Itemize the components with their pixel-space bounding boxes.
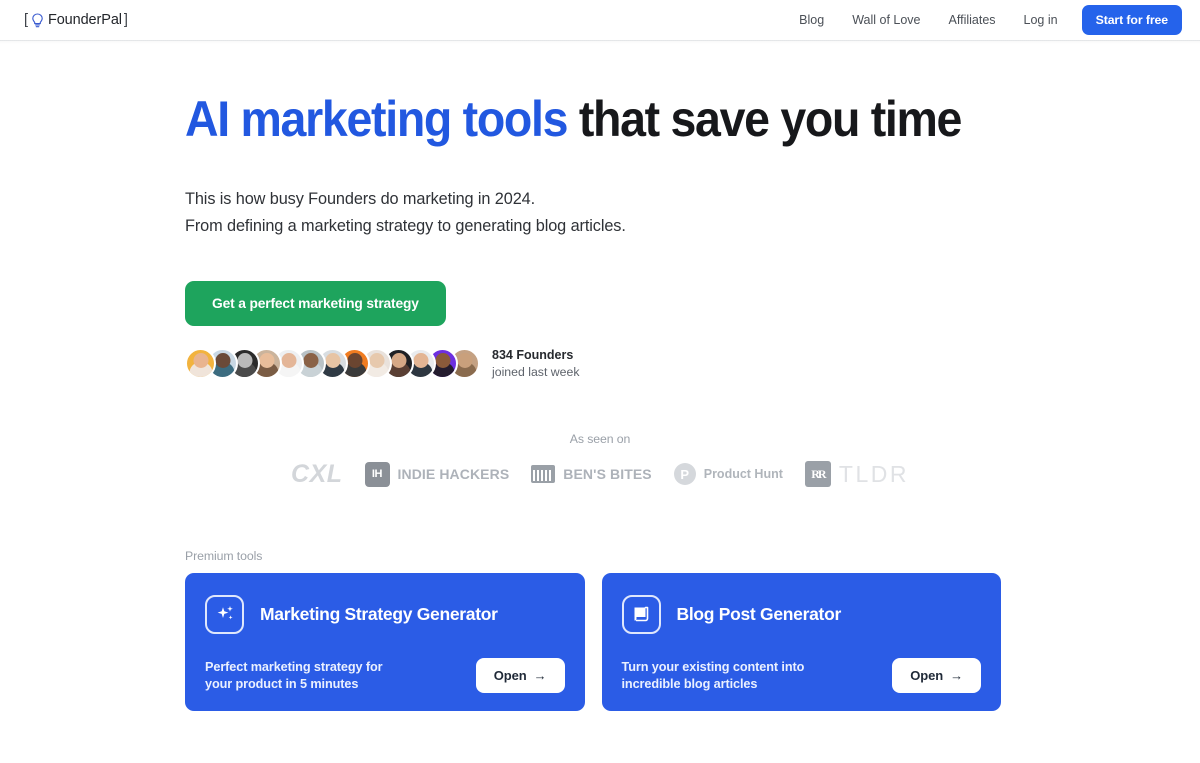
- avatar-face: [215, 353, 230, 368]
- main-nav: Blog Wall of Love Affiliates Log in Star…: [785, 5, 1182, 35]
- avatar-face: [259, 353, 274, 368]
- card-footer: Perfect marketing strategy for your prod…: [205, 657, 565, 693]
- logo-cxl: CXL: [291, 460, 343, 489]
- page-content: AI marketing tools that save you time Th…: [0, 41, 1200, 711]
- founders-text: 834 Founders joined last week: [492, 348, 580, 380]
- logo-product-hunt: P Product Hunt: [673, 463, 783, 485]
- nav-link-wall-of-love[interactable]: Wall of Love: [838, 7, 934, 33]
- open-button-label: Open: [493, 667, 527, 683]
- avatar-face: [193, 353, 208, 368]
- card-marketing-strategy-generator[interactable]: Marketing Strategy Generator Perfect mar…: [185, 572, 585, 711]
- card-header: Marketing Strategy Generator: [205, 594, 565, 634]
- card-title: Marketing Strategy Generator: [260, 603, 498, 624]
- avatar-face: [237, 353, 252, 368]
- cxl-wordmark: CXL: [291, 459, 343, 488]
- nav-link-log-in[interactable]: Log in: [1010, 7, 1072, 33]
- card-header: Blog Post Generator: [621, 594, 982, 634]
- card-footer: Turn your existing content into incredib…: [622, 657, 981, 693]
- card-description-line-1: Turn your existing content into: [621, 659, 805, 674]
- social-proof: 834 Founders joined last week: [185, 348, 1200, 380]
- logo-brand-name: FounderPal: [47, 12, 122, 28]
- logo[interactable]: [ FounderPal ]: [24, 12, 128, 28]
- sparkles-icon: [205, 594, 244, 634]
- avatar-face: [413, 353, 428, 368]
- product-hunt-icon: P: [673, 463, 696, 485]
- nav-link-affiliates[interactable]: Affiliates: [935, 7, 1010, 33]
- as-seen-on-section: As seen on CXL IH INDIE HACKERS BEN'S BI…: [185, 432, 1015, 489]
- card-description-line-1: Perfect marketing strategy for: [205, 659, 383, 674]
- lightbulb-icon: [31, 12, 45, 28]
- premium-tools-cards: Marketing Strategy Generator Perfect mar…: [185, 572, 1001, 711]
- tldr-wordmark: TLDR: [838, 460, 909, 487]
- arrow-right-icon: →: [533, 667, 547, 683]
- bens-bites-icon: [531, 465, 556, 483]
- logo-tldr: RR TLDR: [804, 460, 909, 488]
- headline-highlight: AI marketing tools: [185, 91, 569, 147]
- card-title: Blog Post Generator: [676, 603, 842, 624]
- logo-left-bracket: [: [24, 12, 28, 28]
- bens-bites-wordmark: BEN'S BITES: [563, 466, 652, 482]
- avatar-group: [185, 348, 480, 379]
- indie-hackers-badge-icon: IH: [364, 461, 390, 487]
- get-marketing-strategy-button[interactable]: Get a perfect marketing strategy: [185, 280, 446, 326]
- avatar-face: [457, 353, 472, 368]
- open-button-label: Open: [910, 667, 944, 683]
- page-title: AI marketing tools that save you time: [185, 93, 1129, 146]
- headline-rest: that save you time: [567, 91, 963, 147]
- founders-caption: joined last week: [492, 364, 580, 379]
- card-description: Perfect marketing strategy for your prod…: [205, 659, 383, 693]
- hero-subtitle-line-2: From defining a marketing strategy to ge…: [185, 216, 626, 235]
- open-blog-post-generator-button[interactable]: Open →: [892, 657, 981, 693]
- logo-bens-bites: BEN'S BITES: [531, 465, 652, 483]
- avatar: [185, 348, 216, 379]
- arrow-right-icon: →: [950, 667, 963, 683]
- press-logo-row: CXL IH INDIE HACKERS BEN'S BITES P Produ…: [185, 460, 1015, 489]
- site-header: [ FounderPal ] Blog Wall of Love Affilia…: [0, 0, 1200, 44]
- indie-hackers-wordmark: INDIE HACKERS: [397, 466, 510, 482]
- avatar-face: [391, 353, 406, 368]
- document-scroll-icon: [621, 594, 661, 634]
- premium-tools-label: Premium tools: [185, 548, 263, 563]
- card-blog-post-generator[interactable]: Blog Post Generator Turn your existing c…: [601, 572, 1001, 711]
- logo-right-bracket: ]: [123, 12, 128, 28]
- as-seen-on-label: As seen on: [569, 431, 631, 446]
- product-hunt-wordmark: Product Hunt: [703, 467, 783, 481]
- start-for-free-button[interactable]: Start for free: [1081, 5, 1182, 35]
- card-description-line-2: incredible blog articles: [621, 676, 758, 691]
- nav-link-blog[interactable]: Blog: [785, 7, 838, 33]
- hero-subtitle-line-1: This is how busy Founders do marketing i…: [185, 189, 536, 208]
- card-description: Turn your existing content into incredib…: [622, 659, 805, 693]
- open-marketing-strategy-button[interactable]: Open →: [475, 657, 565, 693]
- founders-count: 834 Founders: [492, 347, 574, 362]
- avatar-face: [281, 353, 296, 368]
- avatar-face: [347, 353, 362, 368]
- card-description-line-2: your product in 5 minutes: [205, 676, 359, 691]
- tldr-badge-icon: RR: [804, 461, 831, 487]
- avatar-face: [325, 353, 340, 368]
- avatar-face: [303, 353, 318, 368]
- logo-indie-hackers: IH INDIE HACKERS: [364, 461, 510, 487]
- avatar-face: [435, 353, 450, 368]
- hero-subtitle: This is how busy Founders do marketing i…: [185, 186, 1200, 240]
- avatar-face: [369, 353, 384, 368]
